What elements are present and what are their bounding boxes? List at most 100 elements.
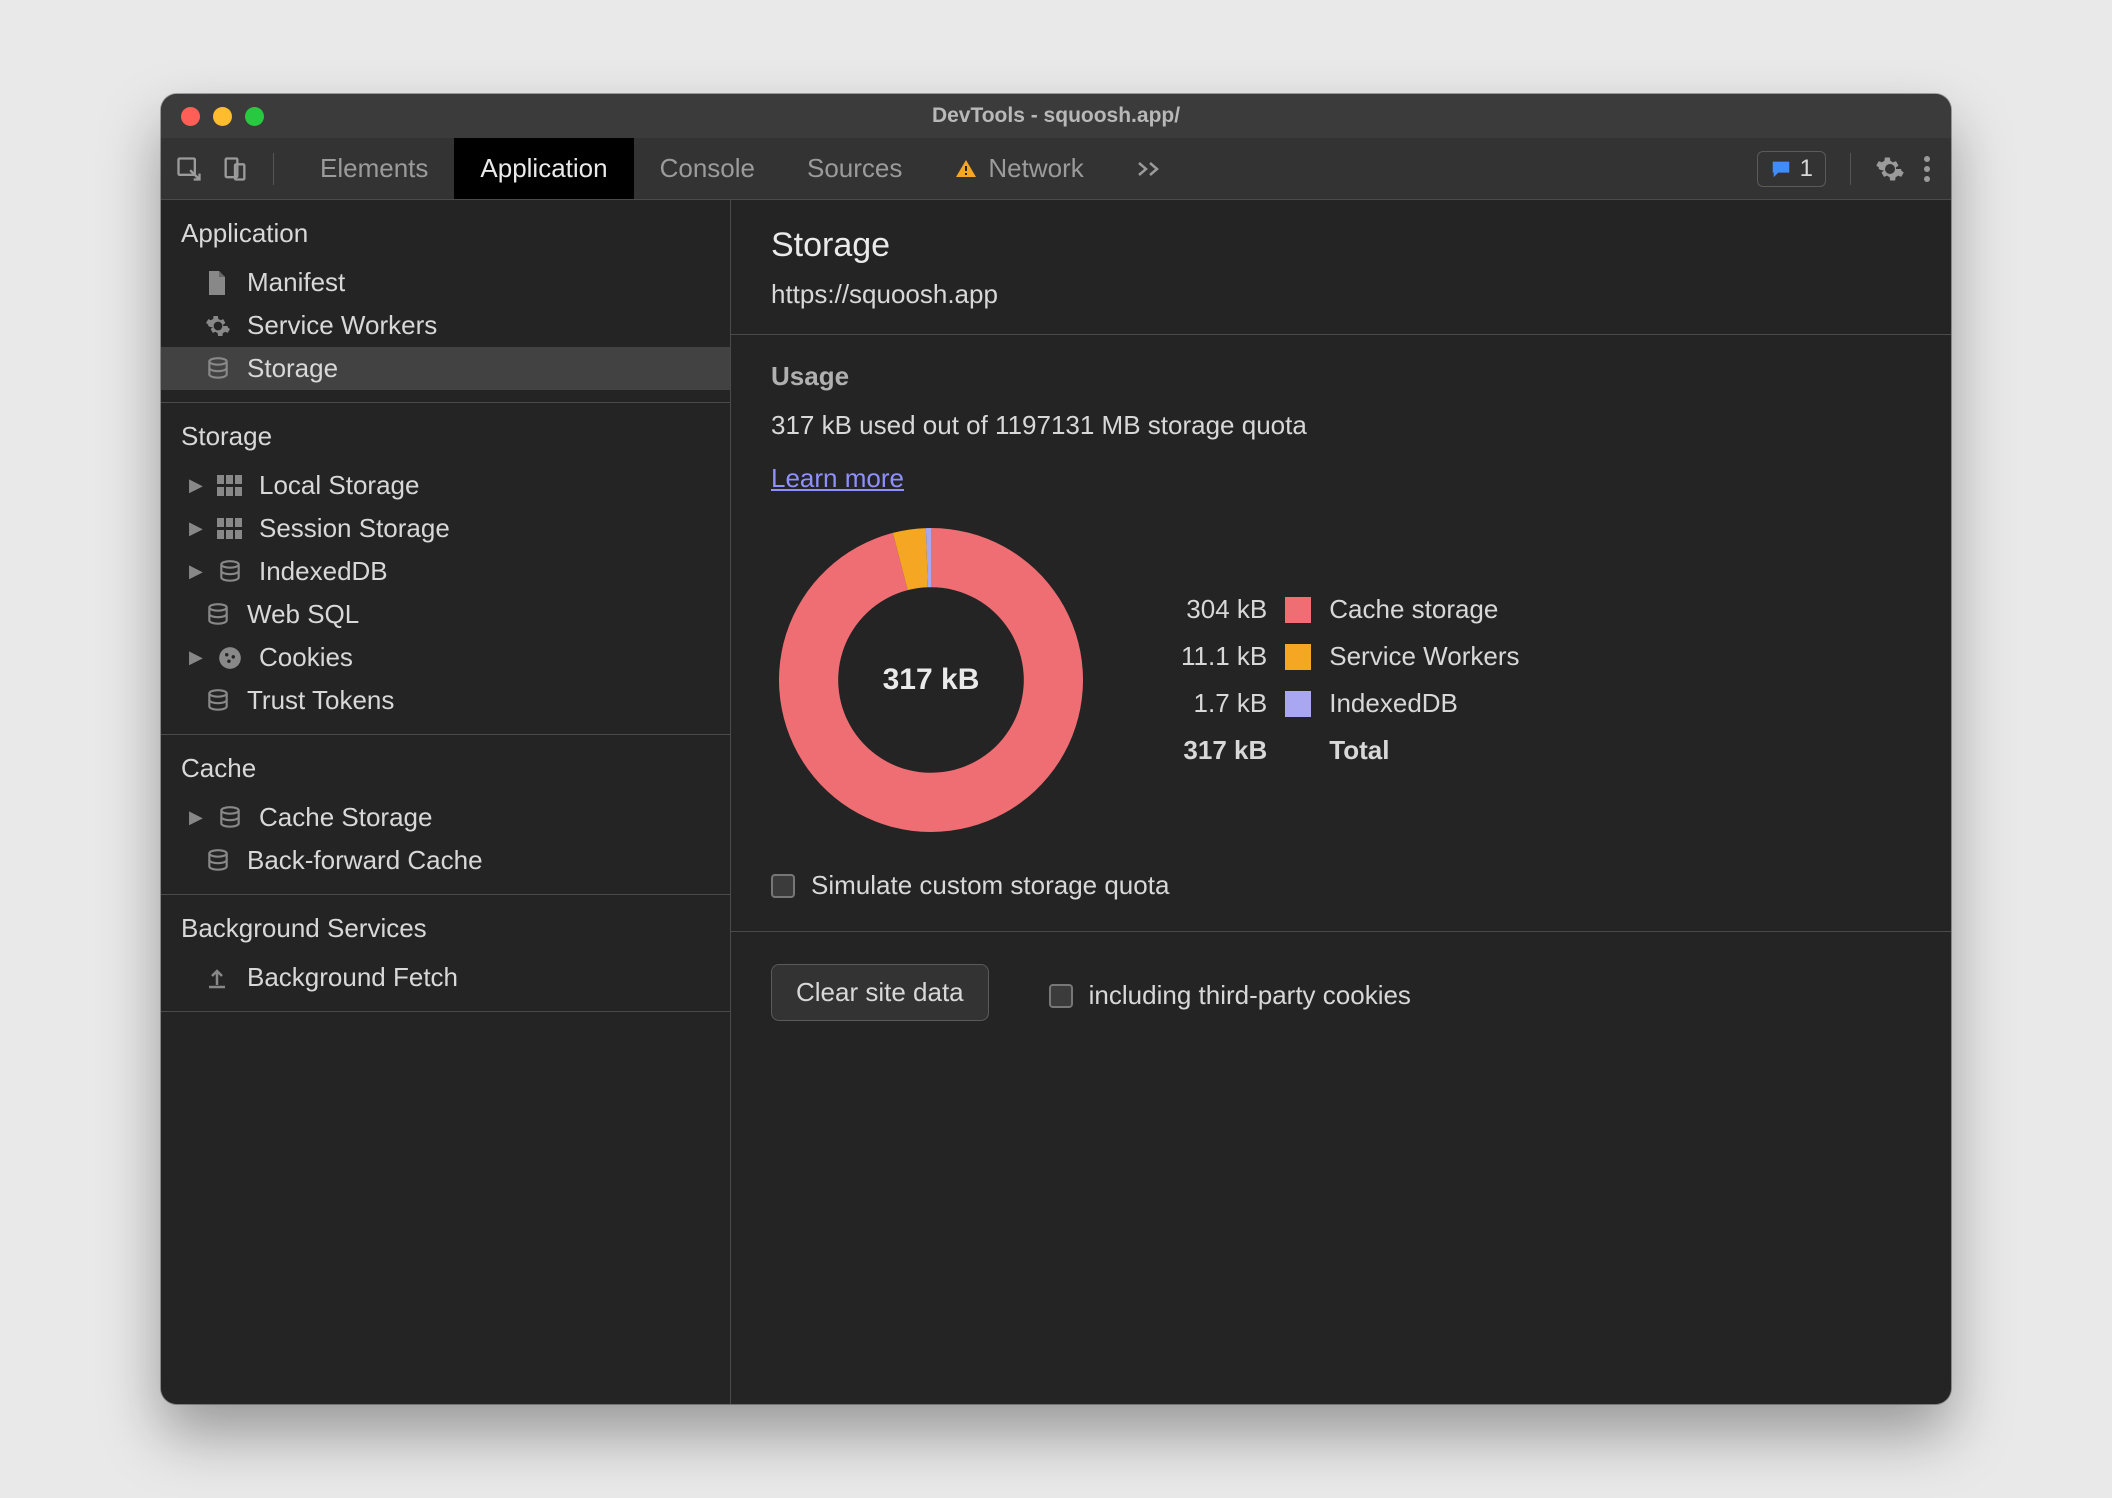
sidebar-heading: Application (161, 200, 730, 261)
minimize-window-button[interactable] (213, 107, 232, 126)
grid-icon (217, 518, 247, 540)
sidebar-item-label: Manifest (247, 267, 345, 298)
upload-icon (205, 965, 235, 991)
sidebar-heading: Background Services (161, 895, 730, 956)
legend-label: Total (1329, 735, 1519, 766)
checkbox-icon (1049, 984, 1073, 1008)
sidebar-item-cookies[interactable]: ▶ Cookies (161, 636, 730, 679)
sidebar-item-manifest[interactable]: Manifest (161, 261, 730, 304)
close-window-button[interactable] (181, 107, 200, 126)
grid-icon (217, 475, 247, 497)
tab-console[interactable]: Console (634, 138, 781, 199)
tab-sources[interactable]: Sources (781, 138, 928, 199)
device-toolbar-icon[interactable] (221, 155, 249, 183)
chevron-double-right-icon (1136, 160, 1164, 178)
storage-panel: Storage https://squoosh.app Usage 317 kB… (731, 200, 1951, 1404)
sidebar-item-label: Session Storage (259, 513, 450, 544)
content-split: Application Manifest Service Workers Storag… (161, 200, 1951, 1404)
legend-value: 1.7 kB (1181, 688, 1267, 719)
sidebar-item-label: Web SQL (247, 599, 359, 630)
usage-section: Usage 317 kB used out of 1197131 MB stor… (731, 335, 1951, 932)
chevron-right-icon: ▶ (189, 647, 205, 668)
sidebar-section: Background Services Background Fetch (161, 895, 730, 1012)
traffic-lights (161, 107, 264, 126)
legend-value: 317 kB (1181, 735, 1267, 766)
gear-icon (205, 313, 235, 339)
sidebar-item-label: Service Workers (247, 310, 437, 341)
zoom-window-button[interactable] (245, 107, 264, 126)
legend-value: 11.1 kB (1181, 641, 1267, 672)
toolbar-divider (273, 153, 274, 185)
application-sidebar: Application Manifest Service Workers Storag… (161, 200, 731, 1404)
db-icon (205, 356, 235, 382)
devtools-window: DevTools - squoosh.app/ Elements Applica… (161, 94, 1951, 1404)
sidebar-item-session-storage[interactable]: ▶ Session Storage (161, 507, 730, 550)
chevron-right-icon: ▶ (189, 518, 205, 539)
checkbox-icon (771, 874, 795, 898)
panel-title: Storage (771, 226, 1911, 265)
warning-icon (954, 157, 978, 181)
messages-badge[interactable]: 1 (1757, 151, 1826, 187)
panel-tabs: Elements Application Console Sources Net… (294, 138, 1190, 199)
usage-donut-chart: 317 kB (771, 520, 1091, 840)
panel-header: Storage https://squoosh.app (731, 200, 1951, 335)
cookie-icon (217, 645, 247, 671)
sidebar-item-label: Cache Storage (259, 802, 432, 833)
db-icon (205, 602, 235, 628)
legend-value: 304 kB (1181, 594, 1267, 625)
actions-row: Clear site data including third-party co… (731, 932, 1951, 1053)
inspect-icon[interactable] (175, 155, 203, 183)
sidebar-section: Cache ▶ Cache Storage Back-forward Cache (161, 735, 730, 895)
message-icon (1770, 158, 1792, 180)
settings-icon[interactable] (1875, 154, 1905, 184)
sidebar-item-trust-tokens[interactable]: Trust Tokens (161, 679, 730, 722)
sidebar-section: Storage ▶ Local Storage ▶ Session Storage ▶ In… (161, 403, 730, 735)
legend-swatch (1285, 597, 1311, 623)
usage-chart-row: 317 kB 304 kBCache storage11.1 kBService… (771, 520, 1911, 840)
sidebar-item-indexeddb[interactable]: ▶ IndexedDB (161, 550, 730, 593)
sidebar-item-local-storage[interactable]: ▶ Local Storage (161, 464, 730, 507)
sidebar-item-storage[interactable]: Storage (161, 347, 730, 390)
sidebar-item-label: Background Fetch (247, 962, 458, 993)
sidebar-item-label: Back-forward Cache (247, 845, 483, 876)
tab-application[interactable]: Application (454, 138, 633, 199)
chevron-right-icon: ▶ (189, 807, 205, 828)
legend-label: IndexedDB (1329, 688, 1519, 719)
db-icon (205, 848, 235, 874)
sidebar-item-label: Cookies (259, 642, 353, 673)
legend-swatch (1285, 691, 1311, 717)
sidebar-heading: Storage (161, 403, 730, 464)
chevron-right-icon: ▶ (189, 475, 205, 496)
legend-swatch (1285, 644, 1311, 670)
third-party-cookies-checkbox[interactable]: including third-party cookies (1049, 980, 1411, 1011)
sidebar-item-back-forward-cache[interactable]: Back-forward Cache (161, 839, 730, 882)
usage-text: 317 kB used out of 1197131 MB storage qu… (771, 410, 1911, 441)
sidebar-item-label: Local Storage (259, 470, 419, 501)
kebab-menu-icon[interactable] (1923, 155, 1931, 183)
more-tabs-button[interactable] (1110, 138, 1190, 199)
usage-legend: 304 kBCache storage11.1 kBService Worker… (1181, 594, 1519, 766)
sidebar-section: Application Manifest Service Workers Storag… (161, 200, 730, 403)
tab-network[interactable]: Network (928, 138, 1109, 199)
sidebar-item-label: IndexedDB (259, 556, 388, 587)
sidebar-item-background-fetch[interactable]: Background Fetch (161, 956, 730, 999)
titlebar: DevTools - squoosh.app/ (161, 94, 1951, 138)
usage-label: Usage (771, 361, 1911, 392)
clear-site-data-button[interactable]: Clear site data (771, 964, 989, 1021)
sidebar-item-label: Storage (247, 353, 338, 384)
sidebar-item-service-workers[interactable]: Service Workers (161, 304, 730, 347)
learn-more-link[interactable]: Learn more (771, 463, 904, 493)
sidebar-item-cache-storage[interactable]: ▶ Cache Storage (161, 796, 730, 839)
db-icon (205, 688, 235, 714)
legend-label: Cache storage (1329, 594, 1519, 625)
tab-elements[interactable]: Elements (294, 138, 454, 199)
simulate-quota-checkbox[interactable]: Simulate custom storage quota (771, 870, 1911, 901)
file-icon (205, 269, 235, 297)
sidebar-heading: Cache (161, 735, 730, 796)
sidebar-item-label: Trust Tokens (247, 685, 394, 716)
chevron-right-icon: ▶ (189, 561, 205, 582)
db-icon (217, 559, 247, 585)
toolbar-divider (1850, 153, 1851, 185)
sidebar-item-web-sql[interactable]: Web SQL (161, 593, 730, 636)
origin-url: https://squoosh.app (771, 279, 1911, 310)
